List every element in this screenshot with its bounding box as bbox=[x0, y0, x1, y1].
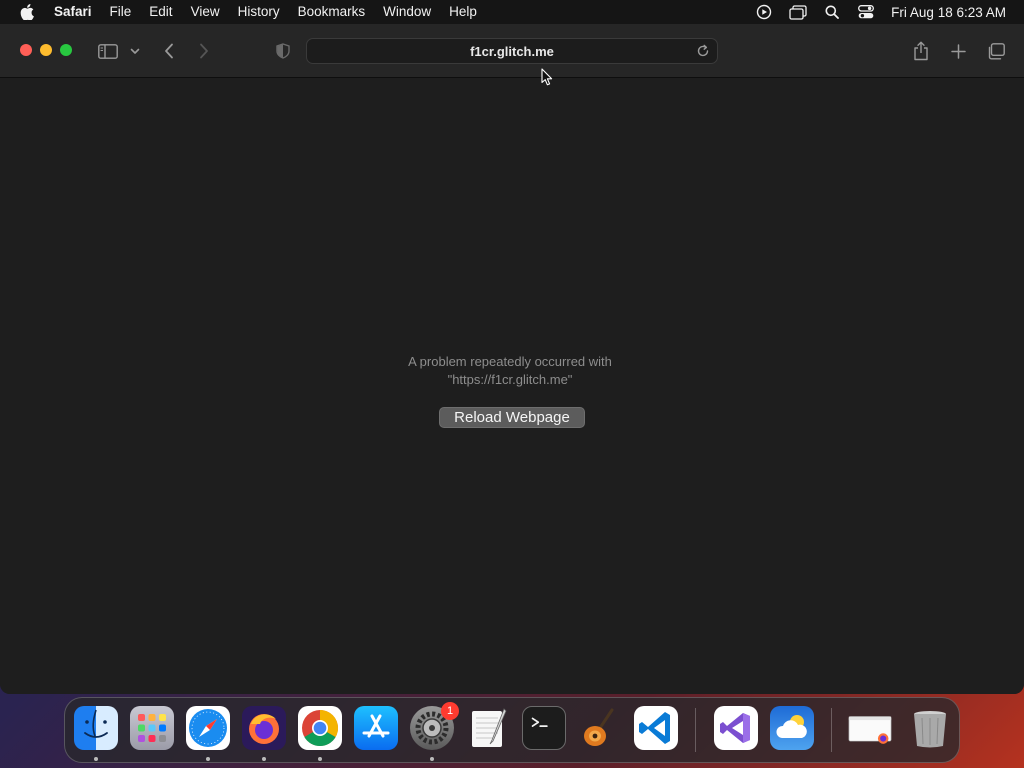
menu-edit[interactable]: Edit bbox=[140, 0, 181, 24]
chrome-running-indicator bbox=[318, 757, 322, 761]
forward-arrow-icon[interactable] bbox=[195, 39, 213, 63]
chevron-down-icon[interactable] bbox=[128, 39, 142, 63]
error-message-url: "https://f1cr.glitch.me" bbox=[447, 372, 573, 387]
screen-recording-icon[interactable] bbox=[747, 0, 781, 24]
back-arrow-icon[interactable] bbox=[160, 39, 178, 63]
page-content: A problem repeatedly occurred with "http… bbox=[0, 78, 1024, 694]
reload-icon[interactable] bbox=[695, 43, 711, 59]
error-message: A problem repeatedly occurred with "http… bbox=[0, 353, 1020, 389]
safari-toolbar: f1cr.glitch.me bbox=[0, 24, 1024, 78]
finder-icon[interactable] bbox=[74, 706, 118, 750]
menu-app-name[interactable]: Safari bbox=[54, 0, 101, 24]
menu-view[interactable]: View bbox=[182, 0, 229, 24]
visual-studio-icon[interactable] bbox=[714, 706, 758, 750]
mouse-cursor-icon bbox=[541, 68, 553, 91]
menu-bar: Safari File Edit View History Bookmarks … bbox=[0, 0, 1024, 24]
tab-overview-icon[interactable] bbox=[985, 39, 1007, 63]
menu-window[interactable]: Window bbox=[374, 0, 440, 24]
trash-icon[interactable] bbox=[908, 706, 952, 750]
safari-window: f1cr.glitch.me A problem repeatedly occu… bbox=[0, 24, 1024, 694]
close-window-button[interactable] bbox=[20, 44, 32, 56]
stage-manager-icon[interactable] bbox=[781, 0, 815, 24]
apple-menu-icon[interactable] bbox=[0, 0, 54, 24]
terminal-icon[interactable] bbox=[522, 706, 566, 750]
chrome-icon[interactable] bbox=[298, 706, 342, 750]
downloads-stack-icon[interactable] bbox=[848, 706, 892, 750]
launchpad-icon[interactable] bbox=[130, 706, 174, 750]
safari-running-indicator bbox=[206, 757, 210, 761]
finder-running-indicator bbox=[94, 757, 98, 761]
menu-history[interactable]: History bbox=[229, 0, 289, 24]
sidebar-toggle-icon[interactable] bbox=[97, 39, 119, 63]
dock-separator-2 bbox=[831, 708, 832, 752]
app-store-icon[interactable] bbox=[354, 706, 398, 750]
reload-webpage-button[interactable]: Reload Webpage bbox=[439, 407, 585, 428]
control-center-icon[interactable] bbox=[849, 0, 883, 24]
menu-file[interactable]: File bbox=[101, 0, 141, 24]
address-bar[interactable]: f1cr.glitch.me bbox=[306, 38, 718, 64]
garageband-icon[interactable] bbox=[578, 706, 622, 750]
dock: 1 bbox=[64, 697, 960, 763]
new-tab-plus-icon[interactable] bbox=[948, 39, 968, 63]
address-bar-url: f1cr.glitch.me bbox=[470, 43, 554, 59]
vscode-icon[interactable] bbox=[634, 706, 678, 750]
error-message-line1: A problem repeatedly occurred with bbox=[408, 354, 612, 369]
weather-icon[interactable] bbox=[770, 706, 814, 750]
menu-bookmarks[interactable]: Bookmarks bbox=[289, 0, 375, 24]
safari-icon[interactable] bbox=[186, 706, 230, 750]
firefox-running-indicator bbox=[262, 757, 266, 761]
minimize-window-button[interactable] bbox=[40, 44, 52, 56]
menu-help[interactable]: Help bbox=[440, 0, 486, 24]
share-icon[interactable] bbox=[911, 39, 931, 63]
textedit-icon[interactable] bbox=[466, 706, 510, 750]
maximize-window-button[interactable] bbox=[60, 44, 72, 56]
privacy-shield-icon[interactable] bbox=[274, 39, 292, 63]
dock-separator bbox=[695, 708, 696, 752]
system-settings-badge: 1 bbox=[441, 702, 459, 720]
menu-clock[interactable]: Fri Aug 18 6:23 AM bbox=[883, 5, 1024, 20]
firefox-icon[interactable] bbox=[242, 706, 286, 750]
system-settings-running-indicator bbox=[430, 757, 434, 761]
spotlight-search-icon[interactable] bbox=[815, 0, 849, 24]
